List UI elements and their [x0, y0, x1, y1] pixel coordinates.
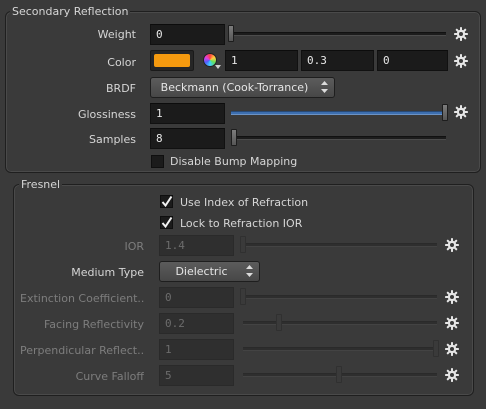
facing-field: 0.2 — [159, 313, 234, 334]
brdf-dropdown-value: Beckmann (Cook-Torrance) — [160, 81, 309, 94]
lock-ior-label: Lock to Refraction IOR — [180, 217, 303, 230]
gear-icon[interactable] — [444, 289, 460, 305]
extinction-slider-handle — [240, 288, 246, 305]
checkmark-icon — [161, 216, 173, 229]
disable-bump-checkbox[interactable] — [151, 155, 164, 168]
up-down-arrows-icon — [321, 81, 328, 93]
color-label: Color — [107, 56, 136, 69]
weight-label: Weight — [97, 28, 136, 41]
ior-slider-handle — [240, 236, 246, 253]
fresnel-title: Fresnel — [19, 178, 63, 191]
extinction-slider-track — [243, 295, 437, 299]
curve-falloff-label: Curve Falloff — [75, 370, 144, 383]
gear-icon[interactable] — [453, 26, 469, 42]
up-down-arrows-icon — [246, 265, 253, 277]
gear-icon[interactable] — [444, 315, 460, 331]
curve-falloff-slider-handle — [336, 366, 342, 383]
checkmark-icon — [161, 195, 173, 208]
perpendicular-label: Perpendicular Reflect... — [20, 344, 144, 357]
curve-falloff-field: 5 — [159, 365, 234, 386]
gear-icon[interactable] — [444, 237, 460, 253]
use-ior-checkbox[interactable] — [160, 195, 173, 208]
color-swatch[interactable] — [150, 50, 194, 71]
glossiness-slider-handle[interactable] — [442, 104, 448, 121]
perpendicular-slider-handle — [433, 340, 439, 357]
brdf-label: BRDF — [106, 82, 136, 95]
glossiness-label: Glossiness — [77, 108, 136, 121]
glossiness-field[interactable]: 1 — [150, 103, 225, 124]
ior-slider-track — [243, 243, 437, 247]
perpendicular-slider-track — [243, 347, 437, 351]
brdf-dropdown[interactable]: Beckmann (Cook-Torrance) — [150, 77, 335, 98]
medium-type-label: Medium Type — [71, 266, 144, 279]
disable-bump-label: Disable Bump Mapping — [170, 155, 298, 168]
weight-field[interactable]: 0 — [150, 24, 225, 45]
color-b-field[interactable]: 0 — [377, 50, 448, 71]
color-g-field[interactable]: 0.3 — [301, 50, 374, 71]
weight-slider-handle[interactable] — [228, 25, 234, 42]
facing-slider-track — [243, 321, 437, 325]
color-r-field[interactable]: 1 — [225, 50, 298, 71]
secondary-reflection-title: Secondary Reflection — [10, 5, 131, 18]
perpendicular-field: 1 — [159, 339, 234, 360]
extinction-field: 0 — [159, 287, 234, 308]
ior-label: IOR — [124, 240, 144, 253]
weight-slider-track[interactable] — [231, 32, 446, 36]
samples-slider-track[interactable] — [234, 136, 446, 140]
extinction-label: Extinction Coefficient... — [20, 292, 144, 305]
medium-type-dropdown[interactable]: Dielectric — [159, 261, 260, 282]
samples-slider-handle[interactable] — [231, 129, 237, 146]
gear-icon[interactable] — [453, 53, 469, 69]
use-ior-label: Use Index of Refraction — [180, 196, 309, 209]
lock-ior-checkbox[interactable] — [160, 216, 173, 229]
ior-field: 1.4 — [159, 235, 234, 256]
facing-label: Facing Reflectivity — [43, 318, 144, 331]
color-swatch-fill — [154, 54, 190, 67]
medium-type-dropdown-value: Dielectric — [175, 265, 228, 278]
gear-icon[interactable] — [444, 341, 460, 357]
gear-icon[interactable] — [453, 104, 469, 120]
samples-field[interactable]: 8 — [150, 128, 225, 149]
glossiness-slider-track[interactable] — [231, 111, 446, 115]
samples-label: Samples — [89, 133, 136, 146]
gear-icon[interactable] — [444, 367, 460, 383]
facing-slider-handle — [276, 314, 282, 331]
color-wheel-dropdown-icon[interactable] — [215, 65, 221, 69]
